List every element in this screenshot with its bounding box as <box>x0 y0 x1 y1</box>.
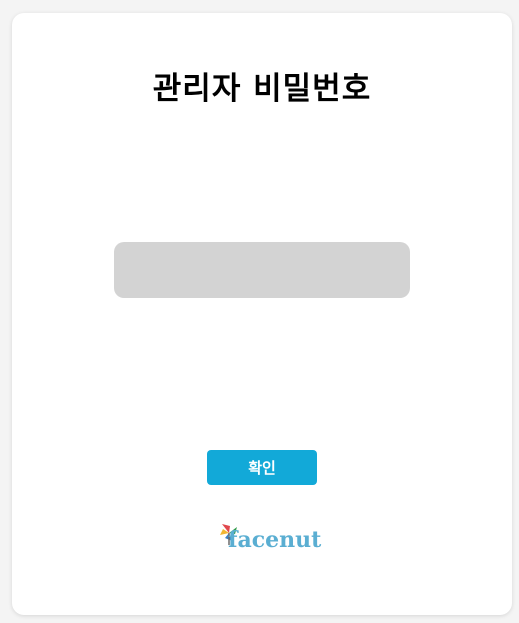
password-input[interactable] <box>114 242 410 298</box>
logo-wordmark: facenut <box>228 527 322 553</box>
facenut-logo: facenut <box>218 521 322 555</box>
dialog-title: 관리자 비밀번호 <box>152 71 372 107</box>
confirm-button[interactable]: 확인 <box>207 450 317 485</box>
admin-password-dialog: 관리자 비밀번호 확인 facenut <box>12 13 512 615</box>
